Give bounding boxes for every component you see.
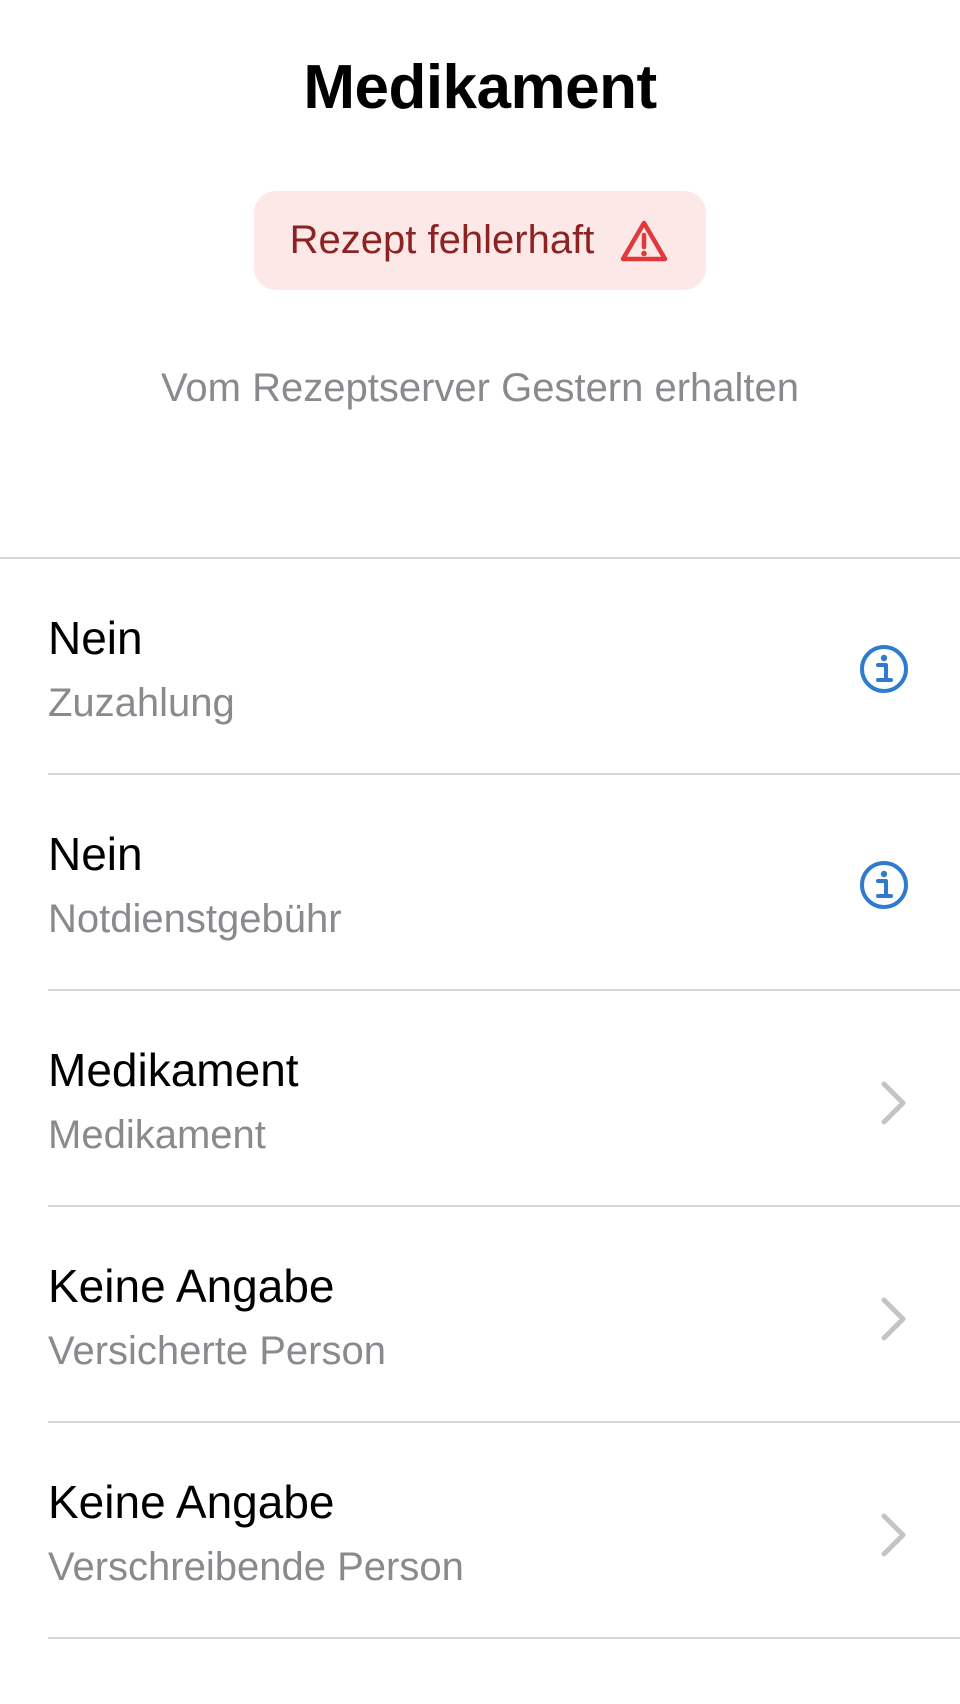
- list-item-value: Keine Angabe: [48, 1476, 335, 1528]
- list-item-label: Zuzahlung: [48, 681, 235, 725]
- list-item-label: Medikament: [48, 1113, 266, 1157]
- info-icon[interactable]: [858, 643, 910, 695]
- info-icon[interactable]: [858, 859, 910, 911]
- page-title: Medikament: [303, 53, 657, 122]
- list-item-value: Medikament: [48, 1044, 299, 1096]
- list-item-medikament[interactable]: Medikament Medikament: [48, 991, 960, 1207]
- list-item-value: Nein: [48, 612, 143, 664]
- status-badge-label: Rezept fehlerhaft: [289, 218, 595, 262]
- warning-triangle-icon: [620, 219, 668, 263]
- list-item-versicherte-person[interactable]: Keine Angabe Versicherte Person: [48, 1207, 960, 1423]
- list-item-label: Notdienstgebühr: [48, 897, 342, 941]
- status-badge-container: Rezept fehlerhaft: [0, 191, 960, 290]
- chevron-right-icon: [878, 1511, 908, 1559]
- list-item-label: Verschreibende Person: [48, 1545, 464, 1589]
- list-item-verschreibende-person[interactable]: Keine Angabe Verschreibende Person: [48, 1423, 960, 1639]
- detail-list: Nein Zuzahlung Nein Notdienstgebühr Medi…: [0, 557, 960, 1639]
- list-item-zuzahlung[interactable]: Nein Zuzahlung: [48, 559, 960, 775]
- prescription-detail-screen: Medikament Rezept fehlerhaft Vom Rezepts…: [0, 0, 960, 1704]
- chevron-right-icon: [878, 1079, 908, 1127]
- list-item-value: Nein: [48, 828, 143, 880]
- list-item-notdienstgebuehr[interactable]: Nein Notdienstgebühr: [48, 775, 960, 991]
- chevron-right-icon: [878, 1295, 908, 1343]
- list-item-label: Versicherte Person: [48, 1329, 386, 1373]
- list-item-value: Keine Angabe: [48, 1260, 335, 1312]
- received-info-text: Vom Rezeptserver Gestern erhalten: [160, 366, 800, 410]
- status-badge[interactable]: Rezept fehlerhaft: [253, 191, 707, 290]
